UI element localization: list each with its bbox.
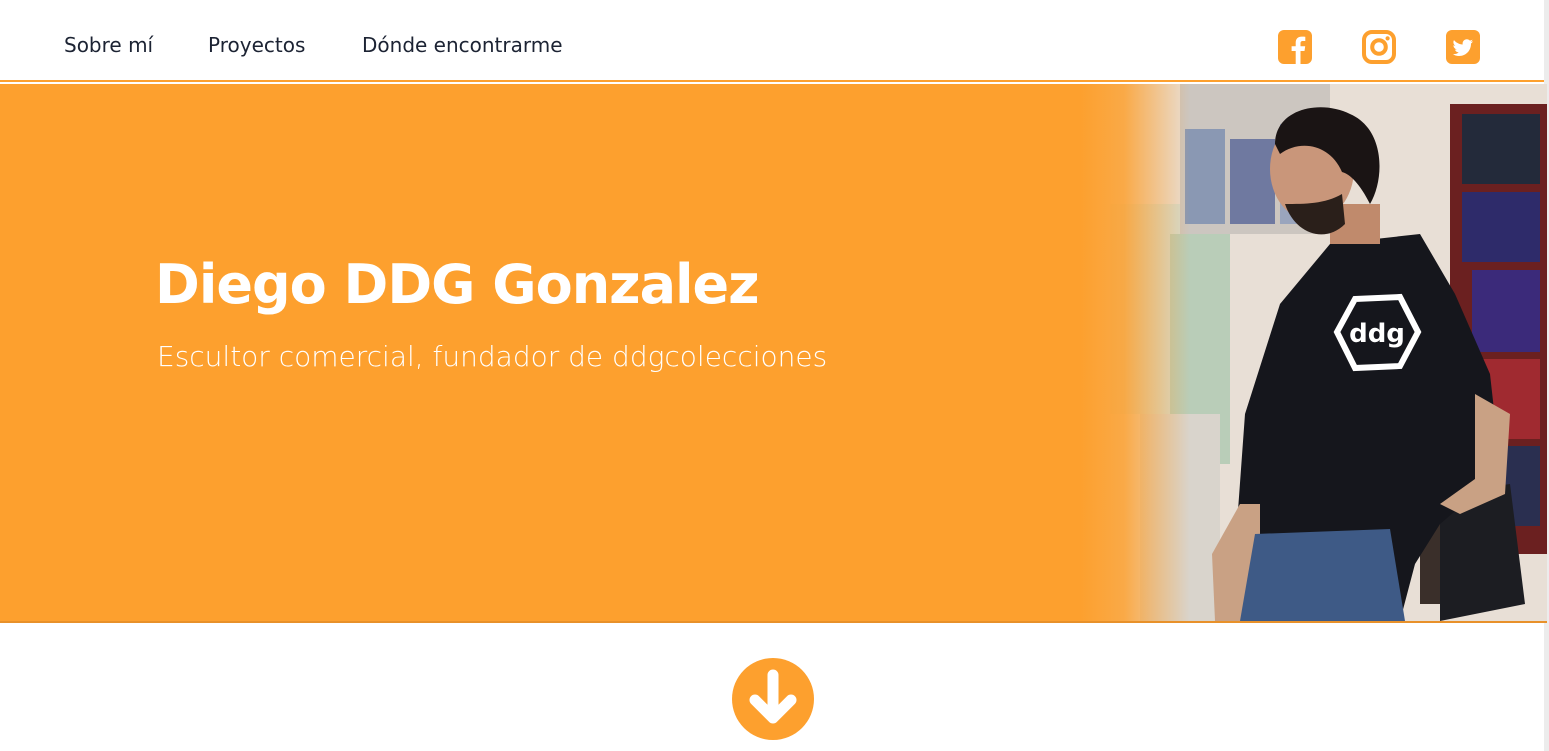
hero-banner: ddg Diego DDG Gonzalez Escultor comercia… <box>0 84 1547 623</box>
nav-link-sobre-mi[interactable]: Sobre mí <box>64 35 153 55</box>
twitter-icon[interactable] <box>1446 30 1480 64</box>
top-navigation-bar: Sobre mí Proyectos Dónde encontrarme <box>0 0 1549 82</box>
nav-link-donde-encontrarme[interactable]: Dónde encontrarme <box>362 35 563 55</box>
arrow-down-circle-icon[interactable] <box>731 657 815 741</box>
nav-link-proyectos[interactable]: Proyectos <box>208 35 305 55</box>
facebook-icon[interactable] <box>1278 30 1312 64</box>
shirt-logo-text: ddg <box>1349 319 1405 349</box>
instagram-icon[interactable] <box>1362 30 1396 64</box>
photo-fade-overlay <box>1080 84 1190 621</box>
hero-title: Diego DDG Gonzalez <box>155 253 760 316</box>
hero-subtitle: Escultor comercial, fundador de ddgcolec… <box>157 340 828 373</box>
